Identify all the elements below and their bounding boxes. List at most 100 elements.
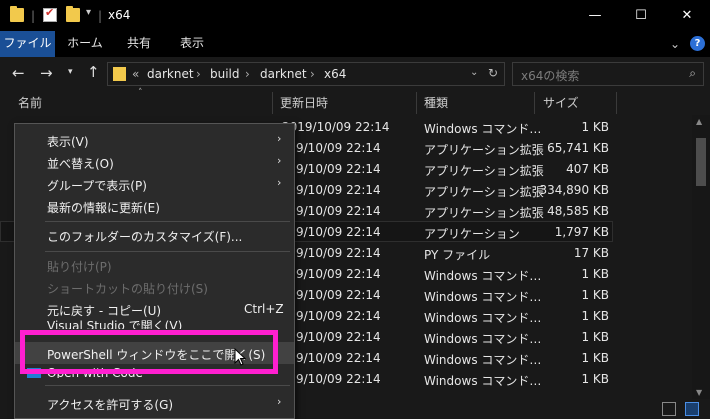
file-type: Windows コマンド… [424,290,542,304]
file-type: アプリケーション拡張 [424,206,544,220]
menu-item-label: アクセスを許可する(G) [47,398,174,412]
menu-item-open-visual-studio[interactable]: Visual Studio で開く(V) [15,319,294,329]
file-type: アプリケーション拡張 [424,185,544,199]
file-size: 17 KB [573,246,609,260]
breadcrumb-overflow[interactable]: « [132,67,139,81]
ribbon: ファイル ホーム 共有 表示 ⌄ ? [0,31,710,57]
separator: | [31,9,36,23]
file-type: アプリケーション拡張 [424,164,544,178]
file-type: Windows コマンド… [424,332,542,346]
column-size[interactable]: サイズ [543,91,579,115]
back-icon[interactable]: ← [12,64,25,82]
maximize-button[interactable]: ☐ [618,0,664,31]
menu-item-sort[interactable]: 並べ替え(O) › [15,151,294,173]
tab-share[interactable]: 共有 [116,31,162,57]
column-modified[interactable]: 更新日時 [280,91,328,115]
file-size: 334,890 KB [539,183,609,197]
minimize-button[interactable]: — [572,0,618,31]
menu-item-label: 表示(V) [47,135,89,149]
recent-locations-icon[interactable]: ▾ [68,67,73,77]
forward-icon[interactable]: → [40,64,53,82]
menu-item-label: 元に戻す - コピー(U) [47,304,162,318]
breadcrumb-darknet[interactable]: darknet [147,67,194,81]
file-size: 1,797 KB [554,225,609,239]
file-type: Windows コマンド… [424,311,542,325]
menu-separator [45,251,290,252]
submenu-arrow-icon: › [277,176,282,189]
breadcrumb-darknet-2[interactable]: darknet [260,67,307,81]
menu-item-label: Visual Studio で開く(V) [47,319,183,329]
details-view-icon[interactable] [662,402,676,416]
menu-item-give-access[interactable]: アクセスを許可する(G) › [15,392,294,414]
menu-item-label: グループで表示(P) [47,179,147,193]
address-bar[interactable]: « darknet › build › darknet › x64 ⌄ ↻ [107,62,505,86]
scrollbar-thumb[interactable] [696,138,706,186]
tab-view[interactable]: 表示 [168,31,216,57]
breadcrumb-x64[interactable]: x64 [324,67,346,81]
menu-item-undo[interactable]: 元に戻す - コピー(U) Ctrl+Z [15,298,294,320]
properties-icon[interactable] [43,6,57,22]
file-type: アプリケーション拡張 [424,143,544,157]
file-size: 65,741 KB [547,141,609,155]
menu-item-refresh[interactable]: 最新の情報に更新(E) [15,195,294,217]
file-date: 9/10/09 22:14 [296,141,381,155]
mouse-cursor-icon [234,348,246,366]
tab-file[interactable]: ファイル [0,31,55,57]
file-size: 1 KB [581,288,609,302]
file-type: アプリケーション [424,227,520,241]
chevron-right-icon[interactable]: › [245,67,250,81]
refresh-icon[interactable]: ↻ [488,66,498,80]
context-menu: 表示(V) › 並べ替え(O) › グループで表示(P) › 最新の情報に更新(… [14,123,295,419]
menu-item-paste: 貼り付け(P) [15,254,294,276]
column-name[interactable]: 名前 [18,91,42,115]
menu-item-label: 並べ替え(O) [47,157,114,171]
menu-separator [45,385,290,386]
submenu-arrow-icon: › [277,395,282,408]
file-size: 48,585 KB [547,204,609,218]
file-size: 1 KB [581,330,609,344]
divider[interactable] [534,92,535,114]
file-date: 9/10/09 22:14 [296,309,381,323]
title-bar: | ▾ | x64 — ☐ ✕ [0,0,710,31]
breadcrumb-build[interactable]: build [210,67,240,81]
scroll-up-icon[interactable]: ▲ [696,117,702,126]
menu-item-group[interactable]: グループで表示(P) › [15,173,294,195]
chevron-right-icon[interactable]: › [310,67,315,81]
scroll-down-icon[interactable]: ▼ [696,388,702,397]
file-date: 9/10/09 22:14 [296,288,381,302]
file-type: Windows コマンド… [424,353,542,367]
file-type: Windows コマンド… [424,374,542,388]
chevron-right-icon[interactable]: › [196,67,201,81]
help-icon[interactable]: ? [690,36,705,51]
menu-item-view[interactable]: 表示(V) › [15,129,294,151]
quick-access-dropdown-icon[interactable]: ▾ [86,7,91,18]
ribbon-expand-icon[interactable]: ⌄ [670,37,680,51]
file-size: 1 KB [581,267,609,281]
divider[interactable] [416,92,417,114]
file-date: 9/10/09 22:14 [296,204,381,218]
new-folder-icon[interactable] [66,6,80,22]
search-input[interactable]: x64の検索 ⌕ [512,62,704,86]
file-type: Windows コマンド… [424,122,542,136]
file-date: 9/10/09 22:14 [296,330,381,344]
menu-item-label: このフォルダーのカスタマイズ(F)... [47,230,243,244]
menu-item-customize[interactable]: このフォルダーのカスタマイズ(F)... [15,224,294,246]
address-dropdown-icon[interactable]: ⌄ [470,67,478,78]
large-icons-view-icon[interactable] [685,402,699,416]
file-date: 9/10/09 22:14 [296,162,381,176]
file-size: 1 KB [581,372,609,386]
file-date: 9/10/09 22:14 [296,372,381,386]
up-icon[interactable]: ↑ [87,63,100,81]
file-date: 2019/10/09 22:14 [282,120,390,134]
file-size: 1 KB [581,120,609,134]
search-placeholder: x64の検索 [521,69,580,83]
menu-item-shortcut: Ctrl+Z [244,302,284,316]
divider[interactable] [272,92,273,114]
close-button[interactable]: ✕ [664,0,710,31]
sort-up-icon: ˄ [138,88,143,98]
file-type: Windows コマンド… [424,269,542,283]
column-type[interactable]: 種類 [424,91,448,115]
divider[interactable] [616,92,617,114]
tab-home[interactable]: ホーム [60,31,110,57]
menu-item-label: 最新の情報に更新(E) [47,201,160,215]
